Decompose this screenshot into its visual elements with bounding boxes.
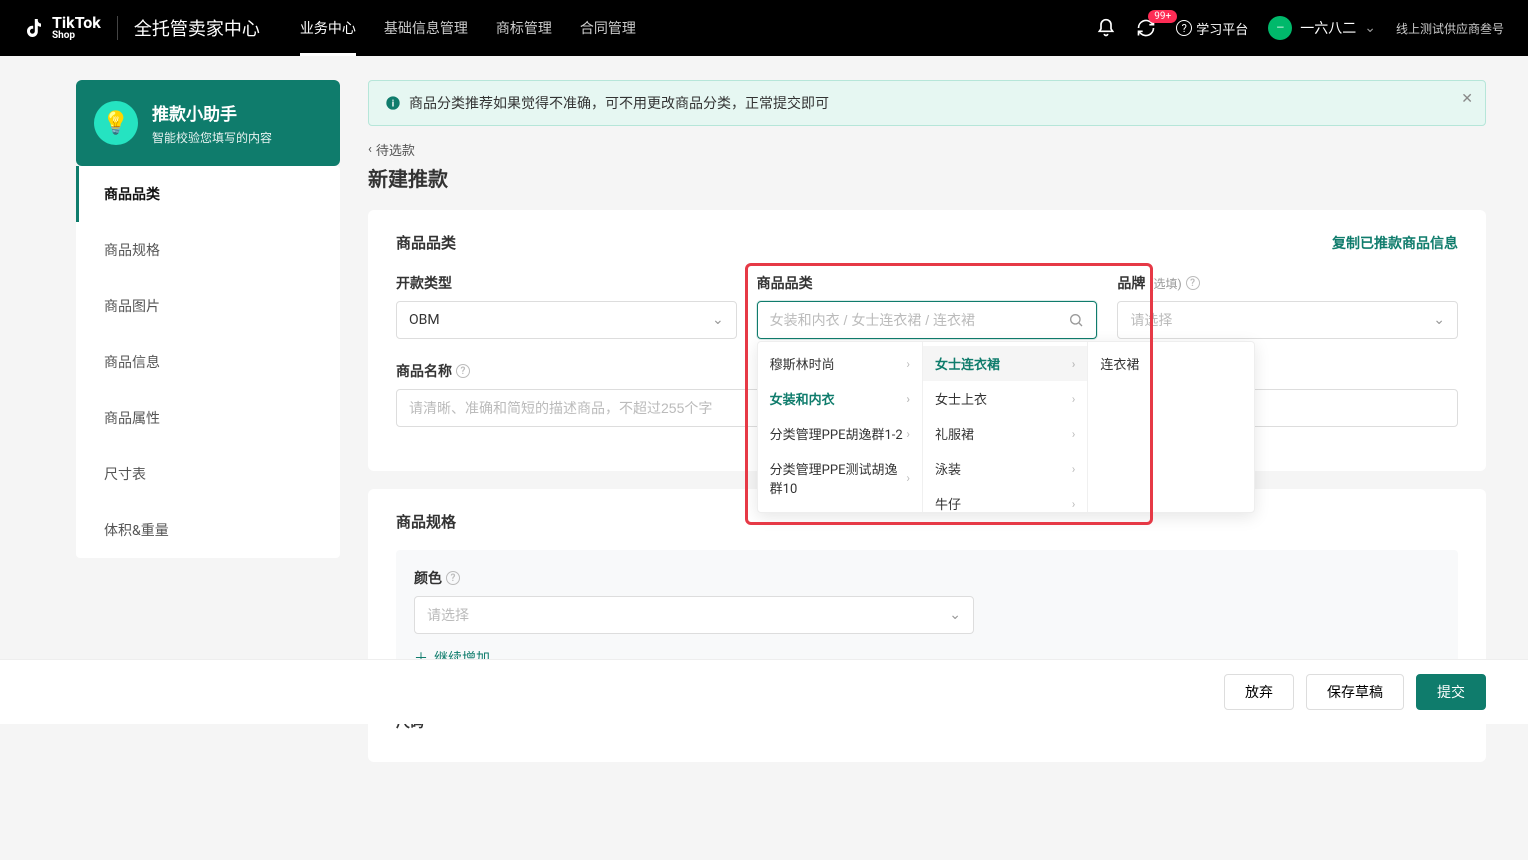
alert-text: 商品分类推荐如果觉得不准确，可不用更改商品分类，正常提交即可 [409, 93, 829, 113]
sidenav-attrs[interactable]: 商品属性 [76, 390, 340, 446]
dropdown-col-2: 女士连衣裙› 女士上衣› 礼服裙› 泳装› 牛仔› [923, 342, 1088, 512]
badge: 99+ [1148, 10, 1177, 23]
header-title: 全托管卖家中心 [134, 15, 260, 41]
nav-tabs: 业务中心 基础信息管理 商标管理 合同管理 [300, 0, 636, 56]
help-icon[interactable]: ? [456, 364, 470, 378]
refresh-icon[interactable]: 99+ [1136, 18, 1156, 38]
sidenav-info[interactable]: 商品信息 [76, 334, 340, 390]
sidenav-images[interactable]: 商品图片 [76, 278, 340, 334]
sidenav-volume[interactable]: 体积&重量 [76, 502, 340, 558]
color-select[interactable]: 请选择 ⌄ [414, 596, 974, 634]
category-card: 商品品类 复制已推款商品信息 开款类型 OBM ⌄ 商品品类 [368, 210, 1486, 471]
avatar: — [1268, 16, 1292, 40]
chevron-right-icon: › [1072, 462, 1076, 476]
divider [117, 16, 118, 40]
help-icon[interactable]: ? [446, 571, 460, 585]
label-color: 颜色 ? [414, 568, 1440, 588]
user-menu[interactable]: — 一六八二 ⌄ [1268, 16, 1376, 40]
color-placeholder: 请选择 [427, 605, 469, 625]
top-header: TikTok Shop 全托管卖家中心 业务中心 基础信息管理 商标管理 合同管… [0, 0, 1528, 56]
label-opentype: 开款类型 [396, 273, 737, 293]
dropdown-col-1: 穆斯林时尚› 女装和内衣› 分类管理PPE胡逸群1-2› 分类管理PPE测试胡逸… [758, 342, 923, 512]
sidenav-sizetable[interactable]: 尺寸表 [76, 446, 340, 502]
dd-item[interactable]: 女士连衣裙› [923, 346, 1087, 381]
chevron-right-icon: › [1072, 427, 1076, 441]
info-icon: i [385, 95, 401, 111]
chevron-down-icon: ⌄ [712, 312, 724, 328]
tab-trademark[interactable]: 商标管理 [496, 0, 552, 56]
page-body: 💡 推款小助手 智能校验您填写的内容 商品品类 商品规格 商品图片 商品信息 商… [0, 56, 1528, 860]
dd-item[interactable]: 分类管理PPE胡逸群1-2› [758, 416, 922, 451]
brand-select[interactable]: 请选择 ⌄ [1117, 301, 1458, 339]
opentype-select[interactable]: OBM ⌄ [396, 301, 737, 339]
dd-item[interactable]: 泳装› [923, 451, 1087, 486]
tiktok-icon [24, 16, 48, 40]
category-search-field[interactable] [770, 312, 1069, 328]
chevron-right-icon: › [1072, 497, 1076, 511]
chevron-down-icon: ⌄ [949, 607, 961, 623]
helper-card: 💡 推款小助手 智能校验您填写的内容 [76, 80, 340, 166]
side-nav: 商品品类 商品规格 商品图片 商品信息 商品属性 尺寸表 体积&重量 [76, 166, 340, 558]
header-right: 99+ ? 学习平台 — 一六八二 ⌄ 线上测试供应商叁号 [1096, 16, 1504, 40]
chevron-down-icon: ⌄ [1364, 20, 1376, 36]
bell-icon[interactable] [1096, 18, 1116, 38]
helper-title: 推款小助手 [152, 100, 272, 125]
logo-text: TikTok [52, 15, 101, 31]
sidenav-spec[interactable]: 商品规格 [76, 222, 340, 278]
discard-button[interactable]: 放弃 [1224, 674, 1294, 710]
chevron-down-icon: ⌄ [1433, 312, 1445, 328]
dropdown-col-3: 连衣裙 [1088, 342, 1253, 512]
dd-item[interactable]: 女装和内衣› [758, 381, 922, 416]
learn-label: 学习平台 [1196, 19, 1248, 38]
chevron-right-icon: › [906, 427, 910, 441]
search-icon [1068, 312, 1084, 328]
helper-sub: 智能校验您填写的内容 [152, 129, 272, 146]
label-category: 商品品类 [757, 273, 1098, 293]
dd-item[interactable]: 振宇测试0529› [758, 505, 922, 512]
bulb-icon: 💡 [94, 101, 138, 145]
user-name: 一六八二 [1300, 18, 1356, 38]
close-icon[interactable]: ✕ [1461, 91, 1473, 107]
chevron-right-icon: › [906, 471, 910, 485]
sidenav-category[interactable]: 商品品类 [76, 166, 340, 222]
learn-link[interactable]: ? 学习平台 [1176, 19, 1248, 38]
dd-item[interactable]: 礼服裙› [923, 416, 1087, 451]
page-title: 新建推款 [368, 163, 1486, 192]
chevron-right-icon: › [906, 392, 910, 406]
chevron-left-icon: ‹ [368, 142, 372, 157]
logo-subtext: Shop [52, 31, 101, 41]
chevron-right-icon: › [1072, 392, 1076, 406]
dd-item[interactable]: 分类管理PPE测试胡逸群10› [758, 451, 922, 505]
tab-basicinfo[interactable]: 基础信息管理 [384, 0, 468, 56]
dd-item[interactable]: 牛仔› [923, 486, 1087, 512]
section-title-spec: 商品规格 [396, 511, 1458, 532]
question-icon: ? [1176, 20, 1192, 36]
dd-item[interactable]: 连衣裙 [1088, 346, 1253, 381]
chevron-right-icon: › [906, 357, 910, 371]
logo[interactable]: TikTok Shop [24, 15, 101, 41]
brand-placeholder: 请选择 [1130, 310, 1172, 330]
save-draft-button[interactable]: 保存草稿 [1306, 674, 1404, 710]
breadcrumb-label: 待选款 [376, 140, 415, 159]
svg-text:i: i [392, 98, 394, 109]
label-brand: 品牌 (选填) ? [1117, 273, 1458, 293]
breadcrumb[interactable]: ‹ 待选款 [368, 140, 415, 159]
dd-item[interactable]: 穆斯林时尚› [758, 346, 922, 381]
help-icon[interactable]: ? [1186, 276, 1200, 290]
opentype-value: OBM [409, 312, 440, 328]
chevron-right-icon: › [1072, 357, 1076, 371]
category-input[interactable] [757, 301, 1098, 339]
dd-item[interactable]: 女士上衣› [923, 381, 1087, 416]
tab-business[interactable]: 业务中心 [300, 0, 356, 56]
tab-contract[interactable]: 合同管理 [580, 0, 636, 56]
category-dropdown: 穆斯林时尚› 女装和内衣› 分类管理PPE胡逸群1-2› 分类管理PPE测试胡逸… [757, 341, 1255, 513]
info-alert: i 商品分类推荐如果觉得不准确，可不用更改商品分类，正常提交即可 ✕ [368, 80, 1486, 126]
submit-button[interactable]: 提交 [1416, 674, 1486, 710]
header-ref: 线上测试供应商叁号 [1396, 20, 1504, 37]
copy-link[interactable]: 复制已推款商品信息 [1332, 233, 1458, 253]
footer-bar: 放弃 保存草稿 提交 [0, 659, 1528, 724]
section-title-category: 商品品类 [396, 232, 456, 253]
